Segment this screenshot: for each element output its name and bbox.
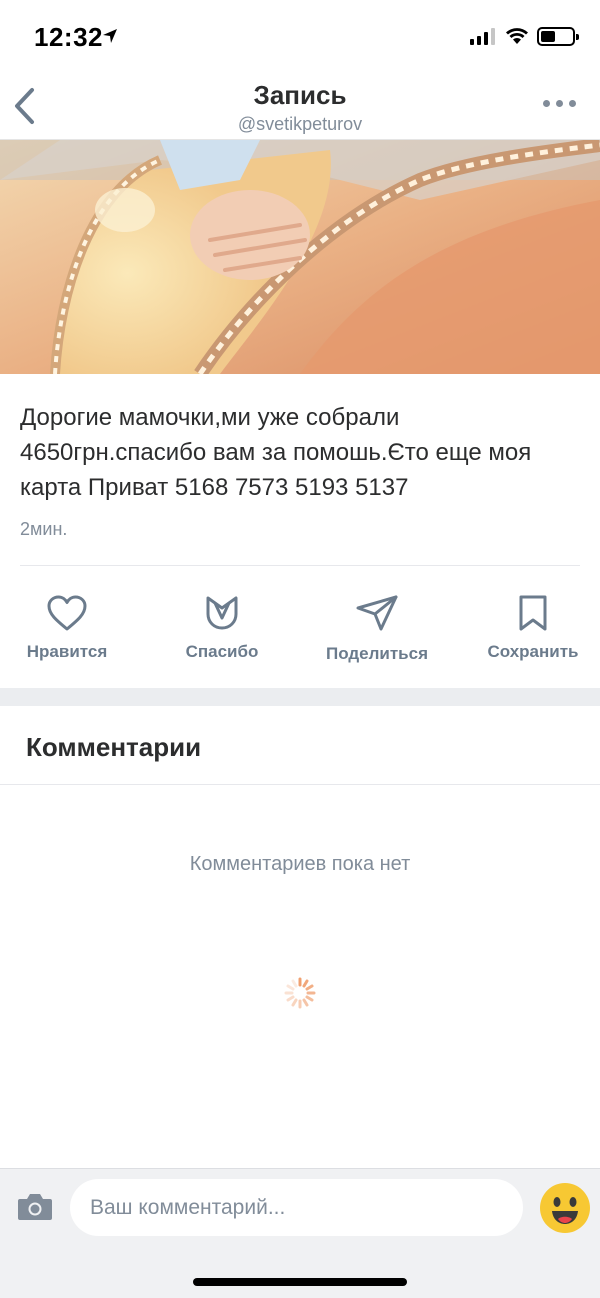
heart-icon — [47, 595, 87, 631]
post-photo — [0, 140, 600, 374]
flower-icon — [206, 596, 238, 630]
camera-icon[interactable] — [16, 1191, 54, 1223]
thanks-button[interactable]: Спасибо — [157, 590, 287, 662]
share-icon — [356, 595, 398, 631]
location-arrow-icon — [103, 29, 117, 43]
empty-comments-text: Комментариев пока нет — [189, 853, 411, 875]
loading-spinner-icon — [284, 977, 316, 1009]
thanks-label: Спасибо — [185, 642, 259, 661]
cellular-signal-icon — [470, 27, 495, 45]
post-image[interactable] — [0, 140, 600, 374]
battery-icon — [537, 27, 579, 46]
share-button[interactable]: Поделиться — [312, 590, 442, 664]
save-label: Сохранить — [487, 642, 579, 661]
more-horizontal-icon[interactable] — [543, 100, 576, 107]
comment-composer — [0, 1168, 600, 1298]
wifi-icon — [506, 28, 528, 44]
save-button[interactable]: Сохранить — [468, 590, 598, 662]
share-label: Поделиться — [325, 644, 429, 663]
post-timestamp: 2мин. — [20, 519, 68, 539]
page-title: Запись — [253, 80, 347, 110]
comments-title: Комментарии — [26, 732, 202, 762]
like-button[interactable]: Нравится — [2, 590, 132, 662]
smile-emoji-icon[interactable] — [539, 1182, 591, 1234]
comment-input[interactable] — [70, 1179, 523, 1236]
bookmark-icon — [519, 595, 547, 631]
post-text: Дорогие мамочки,ми уже собрали 4650грн.с… — [20, 404, 532, 501]
post-actions: Нравится Спасибо Поделиться Сохранить — [0, 590, 600, 680]
author-handle[interactable]: @svetikpeturov — [0, 114, 600, 135]
status-time: 12:32 — [34, 22, 103, 52]
section-separator — [0, 688, 600, 706]
divider — [0, 784, 600, 785]
divider — [20, 565, 580, 566]
status-bar: 12:32 — [0, 0, 600, 72]
nav-bar: Запись @svetikpeturov — [0, 72, 600, 140]
home-indicator — [193, 1278, 407, 1286]
like-label: Нравится — [26, 642, 108, 661]
